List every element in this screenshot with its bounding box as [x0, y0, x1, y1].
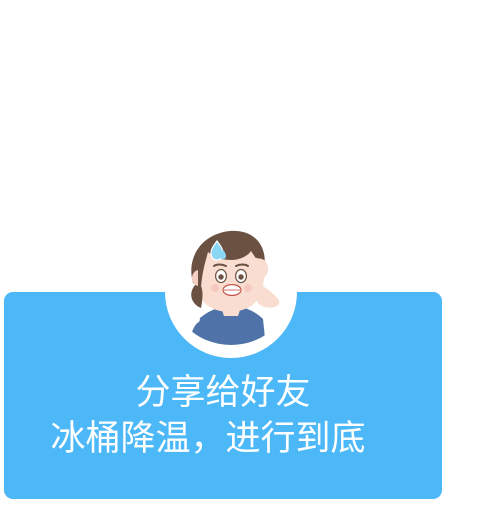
share-message: 分享给好友 冰桶降温，进行到底 [4, 370, 442, 462]
share-screen: 分享给好友 冰桶降温，进行到底 [0, 0, 498, 505]
share-title-line-2: 冰桶降温，进行到底 [50, 419, 366, 459]
worried-boy-avatar-icon [165, 222, 295, 348]
share-title-line-1: 分享给好友 [135, 373, 311, 413]
